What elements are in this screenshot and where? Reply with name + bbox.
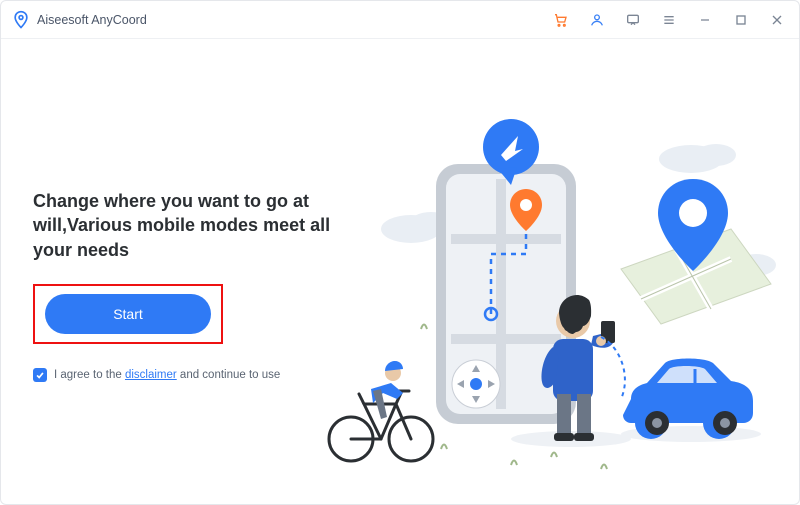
feedback-icon[interactable]: [621, 8, 645, 32]
left-panel: Change where you want to go at will,Vari…: [33, 189, 333, 382]
minimize-icon[interactable]: [693, 8, 717, 32]
headline-text: Change where you want to go at will,Vari…: [33, 189, 333, 262]
agree-checkbox[interactable]: [33, 368, 47, 382]
disclaimer-link[interactable]: disclaimer: [125, 369, 177, 381]
start-button[interactable]: Start: [45, 294, 211, 334]
map-tile-icon: [621, 179, 771, 324]
app-title: Aiseesoft AnyCoord: [37, 13, 147, 27]
menu-icon[interactable]: [657, 8, 681, 32]
user-icon[interactable]: [585, 8, 609, 32]
cyclist-icon: [329, 361, 433, 461]
app-window: Aiseesoft AnyCoord: [0, 0, 800, 505]
agree-row: I agree to the disclaimer and continue t…: [33, 368, 333, 382]
close-icon[interactable]: [765, 8, 789, 32]
content-area: Change where you want to go at will,Vari…: [1, 39, 799, 505]
brand: Aiseesoft AnyCoord: [11, 10, 147, 30]
car-icon: [621, 359, 761, 443]
maximize-icon[interactable]: [729, 8, 753, 32]
agree-text: I agree to the disclaimer and continue t…: [54, 369, 280, 381]
app-logo-icon: [11, 10, 31, 30]
agree-suffix: and continue to use: [177, 369, 281, 381]
hero-illustration: [301, 89, 800, 489]
cart-icon[interactable]: [549, 8, 573, 32]
titlebar: Aiseesoft AnyCoord: [1, 1, 799, 39]
agree-prefix: I agree to the: [54, 369, 125, 381]
start-button-highlight: Start: [33, 284, 223, 344]
joystick-control-icon: [452, 360, 500, 408]
titlebar-controls: [549, 8, 789, 32]
